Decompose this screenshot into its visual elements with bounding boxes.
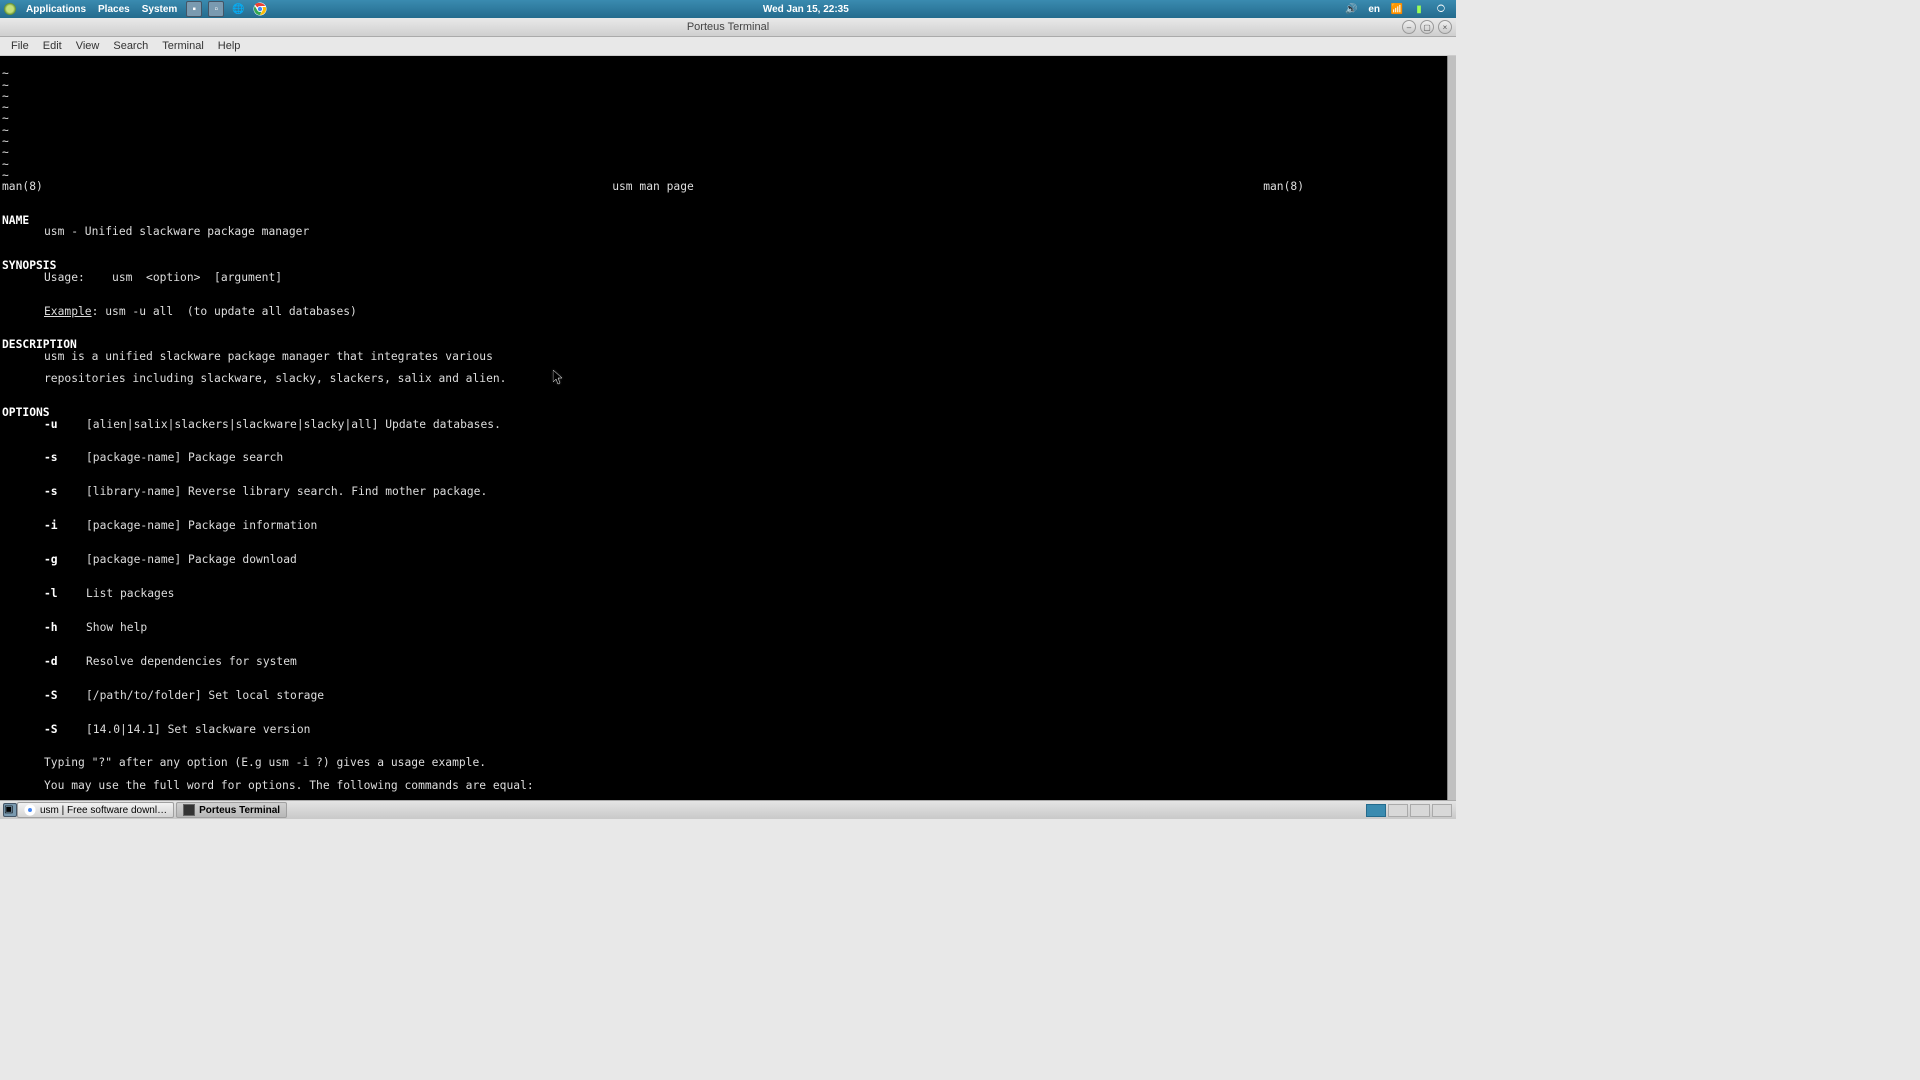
blank-line — [2, 508, 9, 521]
volume-icon[interactable]: 🔊 — [1343, 1, 1359, 17]
option-row: -dResolve dependencies for system — [2, 656, 1454, 667]
blank-line — [2, 610, 9, 623]
blank-line — [2, 576, 9, 589]
terminal-scrollbar[interactable] — [1447, 56, 1456, 800]
manpage-header: man(8)usm man pageman(8) — [2, 181, 1454, 192]
keyboard-layout-indicator[interactable]: en — [1362, 4, 1386, 15]
menu-help[interactable]: Help — [211, 38, 248, 54]
workspace-switcher-3[interactable] — [1410, 804, 1430, 817]
blank-line — [2, 643, 9, 656]
menu-terminal[interactable]: Terminal — [155, 38, 211, 54]
taskbar-item-label: usm | Free software downl… — [40, 805, 167, 816]
section-options-heading: OPTIONS — [2, 406, 50, 419]
workspace-switcher-2[interactable] — [1388, 804, 1408, 817]
blank-line — [2, 542, 9, 555]
web-launcher-icon[interactable]: 🌐 — [230, 1, 246, 17]
bottom-panel: ▣ usm | Free software downl… Porteus Ter… — [0, 800, 1456, 819]
option-row: -g[package-name] Package download — [2, 554, 1454, 565]
top-panel: Applications Places System ▪ ▫ 🌐 Wed Jan… — [0, 0, 1456, 18]
description-line: repositories including slackware, slacky… — [2, 373, 1454, 384]
taskbar-item-browser[interactable]: usm | Free software downl… — [17, 802, 174, 818]
section-name-heading: NAME — [2, 214, 29, 227]
shutdown-icon[interactable]: 🞅 — [1433, 1, 1449, 17]
chrome-icon — [24, 804, 36, 816]
show-desktop-icon[interactable]: ▣ — [3, 803, 17, 817]
menu-view[interactable]: View — [69, 38, 107, 54]
blank-line — [2, 293, 9, 306]
distro-logo-icon[interactable] — [4, 3, 16, 15]
terminal-launcher-icon[interactable]: ▪ — [186, 1, 202, 17]
window-title: Porteus Terminal — [687, 21, 769, 33]
blank-line — [2, 440, 9, 453]
blank-line — [2, 711, 9, 724]
option-row: -hShow help — [2, 622, 1454, 633]
terminal-icon — [183, 804, 195, 816]
option-row: -S[/path/to/folder] Set local storage — [2, 690, 1454, 701]
minimize-button[interactable]: – — [1402, 20, 1416, 34]
synopsis-usage: Usage: usm <option> [argument] — [2, 272, 1454, 283]
option-row: -lList packages — [2, 588, 1454, 599]
panel-clock[interactable]: Wed Jan 15, 22:35 — [763, 4, 849, 15]
taskbar-item-terminal[interactable]: Porteus Terminal — [176, 802, 287, 818]
option-row: -i[package-name] Package information — [2, 520, 1454, 531]
window-titlebar[interactable]: Porteus Terminal – ▢ × — [0, 18, 1456, 37]
option-row: -u[alien|salix|slackers|slackware|slacky… — [2, 419, 1454, 430]
options-note: Typing "?" after any option (E.g usm -i … — [2, 757, 1454, 768]
option-row: -S[14.0|14.1] Set slackware version — [2, 724, 1454, 735]
blank-line — [2, 745, 9, 758]
menu-search[interactable]: Search — [106, 38, 155, 54]
name-line: usm - Unified slackware package manager — [2, 226, 1454, 237]
file-manager-launcher-icon[interactable]: ▫ — [208, 1, 224, 17]
menubar: File Edit View Search Terminal Help — [0, 37, 1456, 56]
menu-edit[interactable]: Edit — [36, 38, 69, 54]
description-line: usm is a unified slackware package manag… — [2, 351, 1454, 362]
system-menu[interactable]: System — [136, 4, 184, 15]
taskbar-item-label: Porteus Terminal — [199, 805, 280, 816]
blank-line — [2, 677, 9, 690]
synopsis-example: Example: usm -u all (to update all datab… — [2, 306, 1454, 317]
workspace-switcher-4[interactable] — [1432, 804, 1452, 817]
options-note: You may use the full word for options. T… — [2, 780, 1454, 791]
chrome-launcher-icon[interactable] — [252, 1, 268, 17]
battery-icon[interactable]: ▮ — [1411, 1, 1427, 17]
places-menu[interactable]: Places — [92, 4, 136, 15]
option-row: -s[package-name] Package search — [2, 452, 1454, 463]
terminal-viewport[interactable]: ~ ~ ~ ~ ~ ~ ~ ~ ~ ~ man(8)usm man pagema… — [0, 56, 1456, 800]
blank-line — [2, 474, 9, 487]
menu-file[interactable]: File — [4, 38, 36, 54]
workspace-switcher-1[interactable] — [1366, 804, 1386, 817]
close-button[interactable]: × — [1438, 20, 1452, 34]
applications-menu[interactable]: Applications — [20, 4, 92, 15]
option-row: -s[library-name] Reverse library search.… — [2, 486, 1454, 497]
maximize-button[interactable]: ▢ — [1420, 20, 1434, 34]
network-icon[interactable]: 📶 — [1389, 1, 1405, 17]
